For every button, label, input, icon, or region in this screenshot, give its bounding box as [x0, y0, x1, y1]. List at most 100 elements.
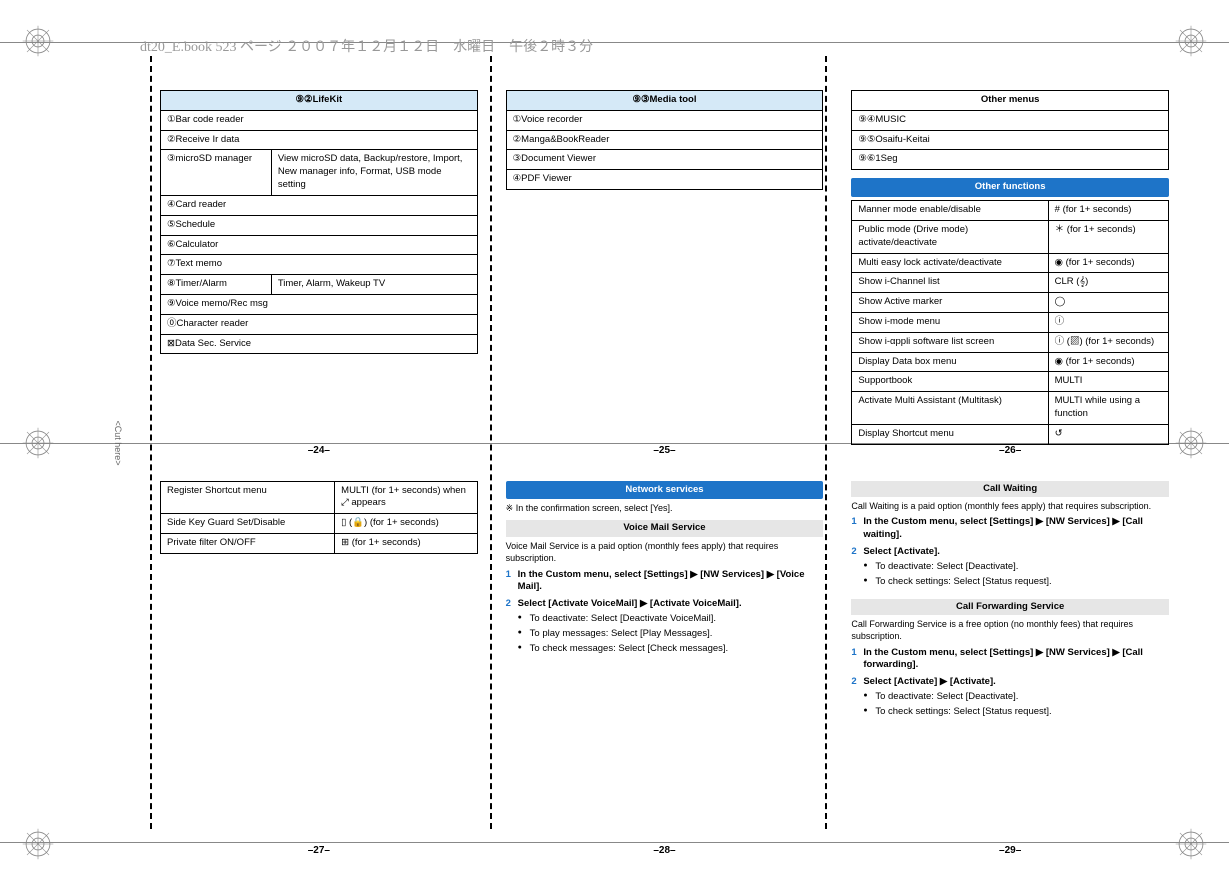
registration-mark-bottom-left [20, 826, 56, 862]
table-cell: ▯ (🔒) (for 1+ seconds) [335, 514, 478, 534]
table-cell: ③microSD manager [161, 150, 272, 195]
page-number: –28– [653, 844, 675, 858]
table-cell: Side Key Guard Set/Disable [161, 514, 335, 534]
list-item: 2Select [Activate VoiceMail] ▶ [Activate… [506, 598, 824, 655]
callwaiting-heading: Call Waiting [851, 481, 1169, 498]
list-item: To deactivate: Select [Deactivate]. [863, 561, 1169, 574]
callforwarding-steps: 1In the Custom menu, select [Settings] ▶… [851, 647, 1169, 723]
table-cell: ⓘ [1048, 312, 1168, 332]
voicemail-intro: Voice Mail Service is a paid option (mon… [506, 540, 824, 564]
page-29: Call Waiting Call Waiting is a paid opti… [851, 481, 1169, 836]
lifekit-header: ⑨②LifeKit [161, 91, 478, 111]
page-26: Other menus ⑨④MUSIC ⑨⑤Osaifu-Keitai ⑨⑥1S… [851, 90, 1169, 435]
list-item: To check settings: Select [Status reques… [863, 706, 1169, 719]
table-row: ⑨⑤Osaifu-Keitai [852, 130, 1169, 150]
table-row: ⊠Data Sec. Service [161, 334, 478, 354]
list-item: To deactivate: Select [Deactivate]. [863, 691, 1169, 704]
table-cell: Multi easy lock activate/deactivate [852, 253, 1048, 273]
step-text: In the Custom menu, select [Settings] ▶ … [863, 647, 1143, 671]
table-cell: ◉ (for 1+ seconds) [1048, 253, 1168, 273]
list-item: To deactivate: Select [Deactivate VoiceM… [518, 613, 824, 626]
content-grid: ⑨②LifeKit ①Bar code reader ②Receive Ir d… [160, 90, 1169, 835]
page-number: –26– [999, 444, 1021, 458]
page-28: Network services ※ In the confirmation s… [506, 481, 824, 836]
voicemail-bullets: To deactivate: Select [Deactivate VoiceM… [518, 613, 824, 655]
table-cell: ◯ [1048, 293, 1168, 313]
table-row: ⑦Text memo [161, 255, 478, 275]
table-cell: MULTI while using a function [1048, 392, 1168, 425]
table-cell: ◉ (for 1+ seconds) [1048, 352, 1168, 372]
list-item: 1In the Custom menu, select [Settings] ▶… [851, 516, 1169, 542]
cut-here-label: <Cut here> [113, 420, 123, 465]
table-cell: Display Shortcut menu [852, 424, 1048, 444]
table-cell: ⓘ (▨) (for 1+ seconds) [1048, 332, 1168, 352]
list-item: 2Select [Activate]. To deactivate: Selec… [851, 546, 1169, 588]
table-cell: # (for 1+ seconds) [1048, 201, 1168, 221]
registration-mark-bottom-right [1173, 826, 1209, 862]
callforwarding-heading: Call Forwarding Service [851, 599, 1169, 616]
book-header: dt20_E.book 523 ページ ２００７年１２月１２日 水曜日 午後２時… [140, 36, 593, 56]
list-item: 2Select [Activate] ▶ [Activate]. To deac… [851, 676, 1169, 718]
table-row: ①Voice recorder [506, 110, 823, 130]
othermenus-header: Other menus [852, 91, 1169, 111]
list-item: 1In the Custom menu, select [Settings] ▶… [506, 569, 824, 595]
step-text: Select [Activate] ▶ [Activate]. [863, 676, 995, 687]
table-row: ④Card reader [161, 195, 478, 215]
table-cell: MULTI [1048, 372, 1168, 392]
table-row: ⑤Schedule [161, 215, 478, 235]
callforwarding-intro: Call Forwarding Service is a free option… [851, 618, 1169, 642]
list-item: To check messages: Select [Check message… [518, 643, 824, 656]
table-row: ⑨Voice memo/Rec msg [161, 294, 478, 314]
table-cell: View microSD data, Backup/restore, Impor… [271, 150, 477, 195]
list-item: To check settings: Select [Status reques… [863, 576, 1169, 589]
list-item: 1In the Custom menu, select [Settings] ▶… [851, 647, 1169, 673]
table-cell: CLR (𝄞) [1048, 273, 1168, 293]
callwaiting-bullets: To deactivate: Select [Deactivate]. To c… [863, 561, 1169, 589]
table-cell: ⊞ (for 1+ seconds) [335, 533, 478, 553]
table-cell: Show i-αppli software list screen [852, 332, 1048, 352]
callforwarding-bullets: To deactivate: Select [Deactivate]. To c… [863, 691, 1169, 719]
confirmation-note: ※ In the confirmation screen, select [Ye… [506, 502, 824, 514]
table-row: ①Bar code reader [161, 110, 478, 130]
step-text: Select [Activate VoiceMail] ▶ [Activate … [518, 598, 742, 609]
table-cell: Display Data box menu [852, 352, 1048, 372]
table-cell: Activate Multi Assistant (Multitask) [852, 392, 1048, 425]
page-number: –29– [999, 844, 1021, 858]
table-cell: Timer, Alarm, Wakeup TV [271, 275, 477, 295]
table-cell: Manner mode enable/disable [852, 201, 1048, 221]
page-number: –27– [308, 844, 330, 858]
registration-mark-top-right [1173, 23, 1209, 59]
list-item: To play messages: Select [Play Messages]… [518, 628, 824, 641]
table-cell: ↺ [1048, 424, 1168, 444]
mediatool-header: ⑨③Media tool [506, 91, 823, 111]
table-row: ⑨⑥1Seg [852, 150, 1169, 170]
table-cell: Register Shortcut menu [161, 481, 335, 514]
other-functions-heading: Other functions [851, 178, 1169, 197]
mediatool-table: ⑨③Media tool ①Voice recorder ②Manga&Book… [506, 90, 824, 190]
table-cell: MULTI (for 1+ seconds) when ⤢ appears [335, 481, 478, 514]
othermenus-table: Other menus ⑨④MUSIC ⑨⑤Osaifu-Keitai ⑨⑥1S… [851, 90, 1169, 170]
voicemail-steps: 1In the Custom menu, select [Settings] ▶… [506, 569, 824, 660]
table-cell: Show Active marker [852, 293, 1048, 313]
lifekit-table: ⑨②LifeKit ①Bar code reader ②Receive Ir d… [160, 90, 478, 354]
fold-line-1 [150, 56, 152, 829]
table-row: ④PDF Viewer [506, 170, 823, 190]
table-row: ⓪Character reader [161, 314, 478, 334]
registration-mark-top-left [20, 23, 56, 59]
callwaiting-steps: 1In the Custom menu, select [Settings] ▶… [851, 516, 1169, 592]
table-row: ②Receive Ir data [161, 130, 478, 150]
step-text: Select [Activate]. [863, 546, 940, 557]
page-root: dt20_E.book 523 ページ ２００７年１２月１２日 水曜日 午後２時… [0, 0, 1229, 885]
table-cell: Public mode (Drive mode) activate/deacti… [852, 220, 1048, 253]
table-row: ②Manga&BookReader [506, 130, 823, 150]
other-functions-table: Manner mode enable/disable# (for 1+ seco… [851, 200, 1169, 445]
table-cell: Show i-mode menu [852, 312, 1048, 332]
shortcut-table: Register Shortcut menuMULTI (for 1+ seco… [160, 481, 478, 554]
crop-line-bottom [0, 842, 1229, 843]
callwaiting-intro: Call Waiting is a paid option (monthly f… [851, 500, 1169, 512]
table-row: ⑥Calculator [161, 235, 478, 255]
table-cell: ⑧Timer/Alarm [161, 275, 272, 295]
page-25: ⑨③Media tool ①Voice recorder ②Manga&Book… [506, 90, 824, 435]
step-text: In the Custom menu, select [Settings] ▶ … [863, 516, 1143, 540]
voicemail-heading: Voice Mail Service [506, 520, 824, 537]
